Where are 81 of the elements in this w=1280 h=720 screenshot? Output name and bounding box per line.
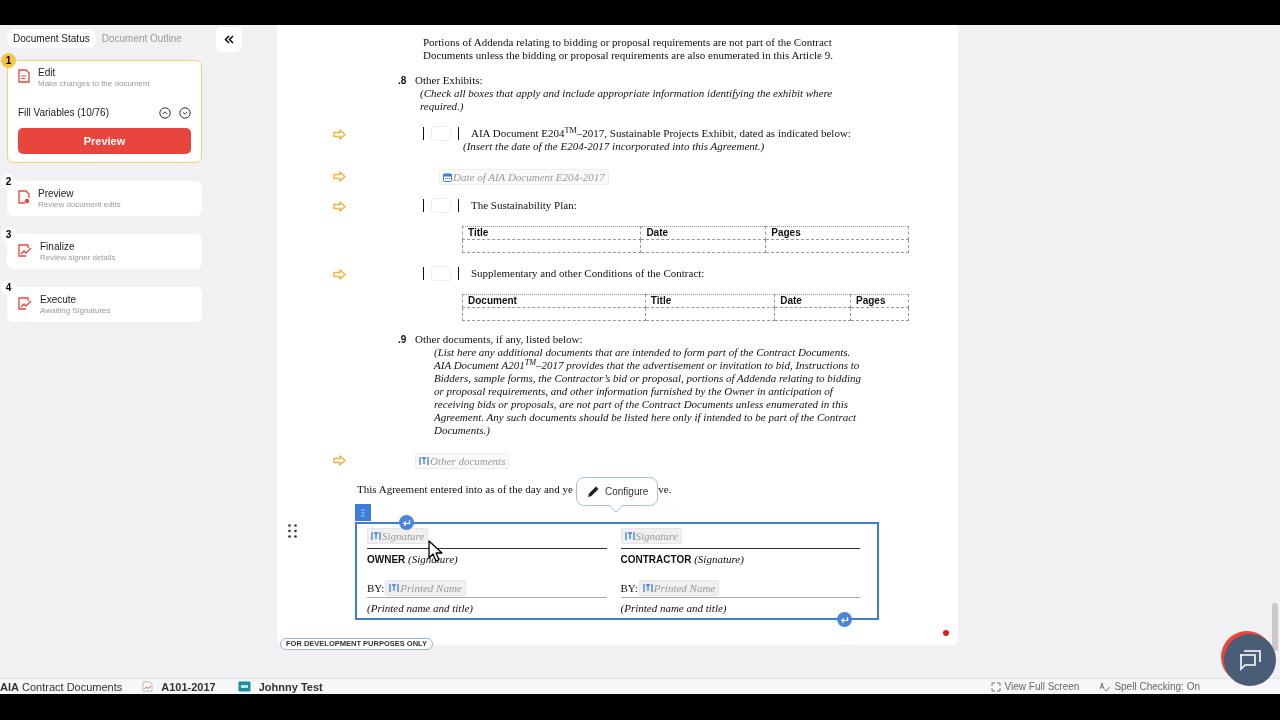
table-header: Date [640,226,766,240]
checkbox-label: The Sustainability Plan: [471,199,577,212]
role-label: OWNER [367,554,406,565]
role-note: (Signature) [408,553,458,565]
document-icon [18,69,30,83]
table-header: Date [774,294,851,308]
checkbox-label: Supplementary and other Conditions of the Contract: [471,267,705,280]
preview-button[interactable]: Preview [18,128,191,155]
step-subtitle: Make changes to the document [38,79,150,89]
item-heading: Other Exhibits: [415,74,484,87]
caption: (Printed name and title) [620,602,728,615]
table-header: Document [462,294,646,308]
by-label: BY: [367,581,385,595]
fullscreen-icon [990,681,1001,692]
paragraph: Portions of Addenda relating to bidding or proposal requirements are not part of the Contract Documents unless the bidding or proposal requirements are also enumerated in this Article 9. [423,36,834,62]
text-field-icon [419,456,429,466]
spell-check-icon [1099,681,1111,692]
item-number: .9 [397,333,408,347]
pencil-icon [585,484,600,499]
agreement-text: ve. [658,483,672,496]
calendar-icon [443,172,452,182]
arrow-icon [333,268,346,280]
table-header: Title [462,226,641,240]
chat-button[interactable] [1224,634,1276,686]
item-heading: Other documents, if any, listed below: [415,333,584,346]
text-field-icon [642,583,653,593]
role-note: (Signature) [694,553,744,565]
user-name: Johnny Test [258,679,323,694]
sidebar-tab[interactable]: Document Status [7,29,96,48]
step-number: 1 [1,53,16,68]
brand-name: AIA Contract Documents [0,679,123,694]
arrow-icon [333,200,346,212]
step-subtitle: Awaiting Signatures [40,306,111,317]
step-subtitle: Review signer details [40,253,116,264]
status-dot [943,630,949,636]
step-title: Edit [38,67,57,79]
scrollbar-thumb[interactable] [1272,603,1278,651]
step-number: 2 [1,174,16,190]
text-field-icon [389,583,400,593]
user-card-icon [237,681,251,692]
checkbox[interactable] [423,199,459,212]
role-label: CONTRACTOR [620,554,692,565]
instruction-note: (Insert the date of the E204-2017 incorporated into this Agreement.) [463,140,766,153]
item-number: .8 [397,74,408,88]
drag-handle[interactable] [355,504,371,521]
by-label: BY: [620,581,638,595]
fill-variables-label: Fill Variables (10/76) [18,106,109,120]
arrow-icon [333,454,346,466]
drag-grip-icon[interactable] [288,524,297,538]
step-subtitle: Review document edits [38,200,121,211]
agreement-text: This Agreement entered into as of the day and ye [357,483,573,496]
step-title: Preview [38,188,75,201]
step-title: Execute [40,294,78,307]
document-eye-icon [18,190,30,205]
checkbox[interactable] [423,267,459,280]
full-screen-link[interactable]: View Full Screen [1004,679,1080,694]
table-header: Pages [765,226,909,240]
caption: (Printed name and title) [367,602,474,615]
popover-pointer [608,505,623,512]
step-number: 3 [1,227,16,243]
collapse-button[interactable] [215,27,242,52]
next-variable-icon[interactable] [179,106,191,119]
arrow-icon [333,128,346,140]
text-field-icon [371,531,381,541]
checkbox[interactable] [423,127,459,140]
chat-icon [1238,649,1262,671]
previous-variable-icon[interactable] [159,106,171,119]
step-number: 4 [1,280,16,296]
instruction-note: (Check all boxes that apply and include appropriate information identifying the exhibit where required.) [420,87,834,113]
spell-check-status[interactable]: Spell Checking: On [1114,679,1200,694]
signature-document-icon [18,243,32,258]
table-header: Pages [850,294,909,308]
instruction-note: (List here any additional documents that are intended to form part of the Contract Documents. AIA Document A201$^{TM}$–2017 provides that the advertisement or invitation to bid, Instructions to Bidders, sample forms, the Contractor’s bid or proposal, portions of Addenda relating to bidding or proposal requirements, and other information furnished by the Owner in anticipation of receiving bids or proposals, are not part of the Contract Documents unless enumerated in this Agreement. Any such documents should be listed here only if intended to be part of the Contract Documents.) [434,346,862,437]
document-name: A101-2017 [161,679,216,694]
text-field-icon [624,531,635,541]
step-title: Finalize [40,241,76,254]
signature-document-icon [18,296,32,311]
arrow-icon [333,170,346,182]
checkbox-label: AIA Document E204$^{TM}$–2017, Sustainable Projects Exhibit, dated as indicated below: [471,127,851,140]
table-header: Title [645,294,775,308]
double-chevron-icon [223,35,234,44]
